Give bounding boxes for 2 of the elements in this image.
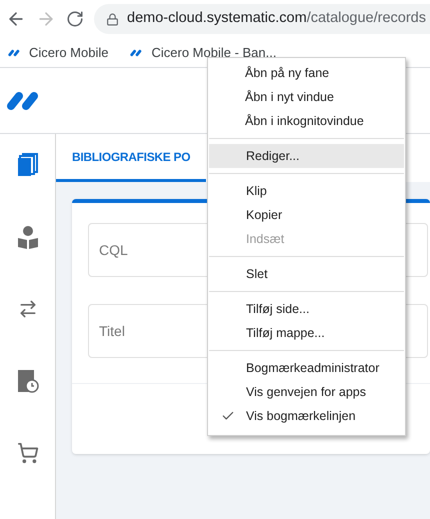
url-host: demo-cloud.systematic.com — [127, 10, 307, 26]
url-path: /catalogue/records — [306, 10, 426, 26]
